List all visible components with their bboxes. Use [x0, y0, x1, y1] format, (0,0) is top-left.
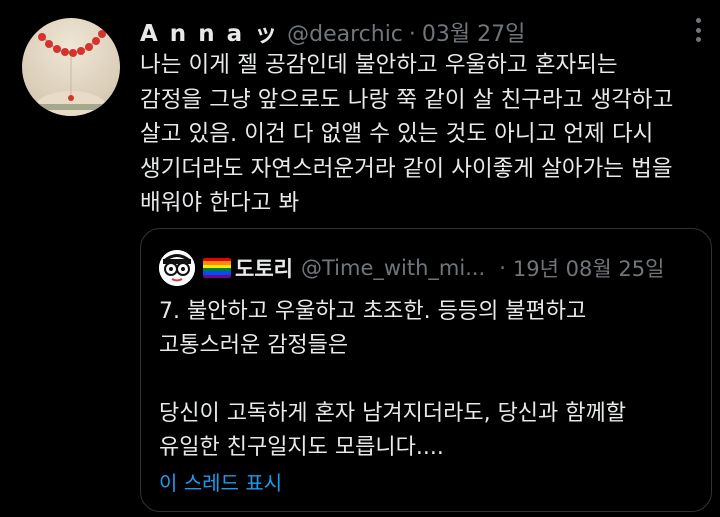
quoted-header: 도토리 @Time_with_mi... · 19년 08월 25일 — [159, 250, 665, 286]
quoted-author-name: 도토리 — [235, 257, 293, 281]
quoted-avatar — [159, 250, 195, 286]
tweet-header: A n n a ッ @dearchic · 03월 27일 — [140, 14, 525, 48]
quoted-text: 7. 불안하고 우울하고 초조한. 등등의 불편하고 고통스러운 감정들은 당신… — [159, 299, 627, 460]
more-horizontal-icon[interactable] — [696, 18, 702, 42]
separator: · — [408, 22, 416, 47]
tweet: A n n a ッ @dearchic · 03월 27일 나는 이게 젤 공감… — [0, 0, 720, 517]
quoted-tweet[interactable]: 도토리 @Time_with_mi... · 19년 08월 25일 7. 불안… — [140, 228, 712, 512]
author-name[interactable]: A n n a ッ — [140, 14, 279, 48]
rainbow-flag-icon — [203, 258, 231, 278]
quoted-author-handle: @Time_with_mi... — [300, 256, 486, 280]
flag-stripe — [203, 274, 231, 278]
quoted-separator: · — [499, 256, 506, 280]
avatar[interactable] — [22, 18, 120, 116]
tweet-text: 나는 이게 젤 공감인데 불안하고 우울하고 혼자되는 감정을 그냥 앞으로도 … — [140, 52, 674, 216]
show-thread-link[interactable]: 이 스레드 표시 — [159, 467, 282, 496]
author-handle[interactable]: @dearchic — [287, 22, 403, 47]
quoted-date: 19년 08월 25일 — [512, 257, 665, 281]
tweet-date[interactable]: 03월 27일 — [422, 16, 525, 48]
